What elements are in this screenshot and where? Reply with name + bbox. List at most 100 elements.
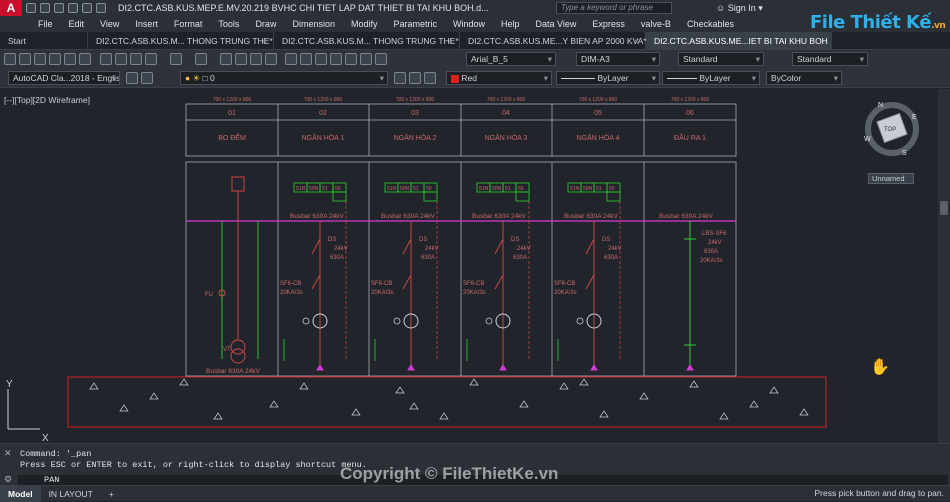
status-bar: Model IN LAYOUT + Press pick button and … — [0, 485, 950, 502]
drawing-canvas[interactable]: [--][Top][2D Wireframe] 700 x 1200 x 800… — [0, 89, 938, 443]
panel-6-name: ĐẦU RA 1 — [674, 132, 706, 142]
menu-express[interactable]: Express — [592, 19, 625, 29]
zoom-realtime-icon[interactable] — [235, 53, 247, 65]
menu-dimension[interactable]: Dimension — [292, 19, 335, 29]
help-icon[interactable] — [375, 53, 387, 65]
gear-icon[interactable] — [126, 72, 138, 84]
publish-icon[interactable] — [79, 53, 91, 65]
undo-icon[interactable] — [170, 53, 182, 65]
tab-model[interactable]: Model — [0, 485, 41, 502]
zoom-previous-icon[interactable] — [265, 53, 277, 65]
menu-window[interactable]: Window — [453, 19, 485, 29]
tab-document-3[interactable]: DI2.CTC.ASB.KUS.ME...Y BIEN AP 2000 KVA*… — [460, 31, 647, 50]
saveas-icon[interactable] — [54, 3, 64, 13]
sign-in-button[interactable]: ☺ Sign In ▾ — [716, 1, 763, 15]
table-style-select[interactable]: Standard — [678, 52, 764, 66]
layer-manager-icon[interactable] — [141, 72, 153, 84]
markup-icon[interactable] — [345, 53, 357, 65]
tab-document-1[interactable]: DI2.CTC.ASB.KUS.M... THONG TRUNG THE* × — [88, 31, 274, 50]
aggregate-mark — [351, 408, 361, 416]
aggregate-mark — [269, 400, 279, 408]
paste-icon[interactable] — [130, 53, 142, 65]
output-labels: LBS-SF6 24kV 630A 20KA/3s — [700, 231, 727, 264]
add-layout-icon[interactable]: + — [101, 486, 122, 502]
named-view-select[interactable]: Unnamed — [868, 173, 914, 184]
panel-5-no: 05 — [594, 110, 602, 117]
multileader-style-value: Standard — [797, 54, 832, 64]
tab-label: DI2.CTC.ASB.KUS.M... THONG TRUNG THE* — [282, 35, 459, 46]
close-icon[interactable]: × — [634, 36, 639, 46]
menu-checkables[interactable]: Checkables — [687, 19, 734, 29]
tab-document-4[interactable]: DI2.CTC.ASB.KUS.ME...IET BI TAI KHU BOH — [646, 31, 832, 50]
menu-insert[interactable]: Insert — [135, 19, 158, 29]
menu-format[interactable]: Format — [174, 19, 203, 29]
text-style-select[interactable]: Arial_B_5 — [466, 52, 556, 66]
open-icon[interactable] — [19, 53, 31, 65]
design-center-icon[interactable] — [300, 53, 312, 65]
autocad-logo-icon[interactable]: A — [0, 0, 22, 16]
tab-label: Start — [8, 35, 26, 46]
sign-in-label: Sign In — [727, 3, 756, 13]
pan-icon[interactable] — [220, 53, 232, 65]
undo-icon[interactable] — [82, 3, 92, 13]
copy-icon[interactable] — [115, 53, 127, 65]
save-icon[interactable] — [40, 3, 50, 13]
tab-start[interactable]: Start — [0, 31, 88, 50]
layer-previous-icon[interactable] — [409, 72, 421, 84]
lineweight-select[interactable]: ByLayer — [662, 71, 760, 85]
preview-icon[interactable] — [64, 53, 76, 65]
properties-icon[interactable] — [285, 53, 297, 65]
menu-edit[interactable]: Edit — [69, 19, 85, 29]
layer-state-icon[interactable] — [424, 72, 436, 84]
plotstyle-select[interactable]: ByColor — [766, 71, 842, 85]
drawing-svg: 700 x 1200 x 800 700 x 1200 x 800 700 x … — [6, 97, 919, 443]
color-select[interactable]: Red — [446, 71, 552, 85]
tab-layout[interactable]: IN LAYOUT — [41, 486, 101, 502]
ucs-y-label: Y — [6, 379, 13, 390]
save-icon[interactable] — [34, 53, 46, 65]
device-label: DS — [602, 237, 610, 243]
menu-tools[interactable]: Tools — [218, 19, 239, 29]
multileader-style-select[interactable]: Standard — [792, 52, 868, 66]
tool-palettes-icon[interactable] — [315, 53, 327, 65]
protection-label: 51 — [413, 186, 419, 192]
layer-select[interactable]: ● ☀ □ 0 — [180, 71, 388, 85]
close-icon[interactable]: × — [448, 36, 453, 46]
cut-icon[interactable] — [100, 53, 112, 65]
menu-help[interactable]: Help — [501, 19, 520, 29]
linetype-select[interactable]: ByLayer — [556, 71, 660, 85]
new-icon[interactable] — [4, 53, 16, 65]
redo-icon[interactable] — [96, 3, 106, 13]
menu-draw[interactable]: Draw — [255, 19, 276, 29]
redo-icon[interactable] — [195, 53, 207, 65]
scroll-thumb[interactable] — [940, 201, 948, 215]
matchprop-icon[interactable] — [145, 53, 157, 65]
panel-4-size: 700 x 1200 x 800 — [487, 97, 526, 103]
menu-valve-b[interactable]: valve-B — [641, 19, 671, 29]
menu-file[interactable]: File — [38, 19, 53, 29]
wrench-icon[interactable]: ⚙ — [4, 474, 12, 485]
dim-style-select[interactable]: DIM-A3 — [576, 52, 660, 66]
output-device-ka: 20KA/3s — [700, 258, 723, 264]
foundation-aggregate — [89, 378, 809, 420]
tab-label: DI2.CTC.ASB.KUS.ME...IET BI TAI KHU BOH — [654, 35, 828, 46]
viewcube[interactable]: TOP N E W S — [864, 102, 919, 157]
close-icon[interactable]: × — [262, 36, 267, 46]
make-current-icon[interactable] — [394, 72, 406, 84]
search-input[interactable]: Type a keyword or phrase — [556, 2, 672, 14]
tab-document-2[interactable]: DI2.CTC.ASB.KUS.M... THONG TRUNG THE* × — [274, 31, 460, 50]
menu-parametric[interactable]: Parametric — [394, 19, 438, 29]
print-icon[interactable] — [49, 53, 61, 65]
protection-label: 50 — [518, 186, 524, 192]
workspace-select[interactable]: AutoCAD Cla...2018 - English — [8, 71, 120, 85]
menu-data-view[interactable]: Data View — [536, 19, 577, 29]
menu-modify[interactable]: Modify — [351, 19, 378, 29]
menu-view[interactable]: View — [100, 19, 119, 29]
sheet-set-icon[interactable] — [330, 53, 342, 65]
zoom-window-icon[interactable] — [250, 53, 262, 65]
quickcalc-icon[interactable] — [360, 53, 372, 65]
close-command-icon[interactable]: ✕ — [4, 448, 12, 459]
vertical-scrollbar[interactable] — [938, 89, 950, 443]
open-icon[interactable] — [26, 3, 36, 13]
plot-icon[interactable] — [68, 3, 78, 13]
